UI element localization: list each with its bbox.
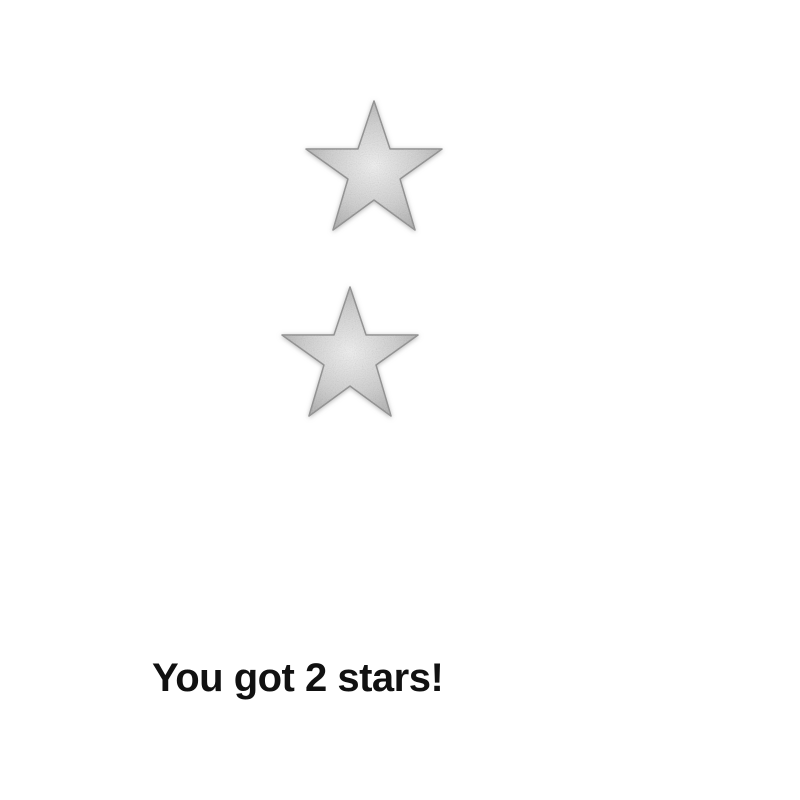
result-message: You got 2 stars!: [152, 656, 444, 700]
star-icon: [280, 285, 420, 419]
results-screen: You got 2 stars!: [0, 0, 800, 800]
star-icon: [304, 99, 444, 233]
